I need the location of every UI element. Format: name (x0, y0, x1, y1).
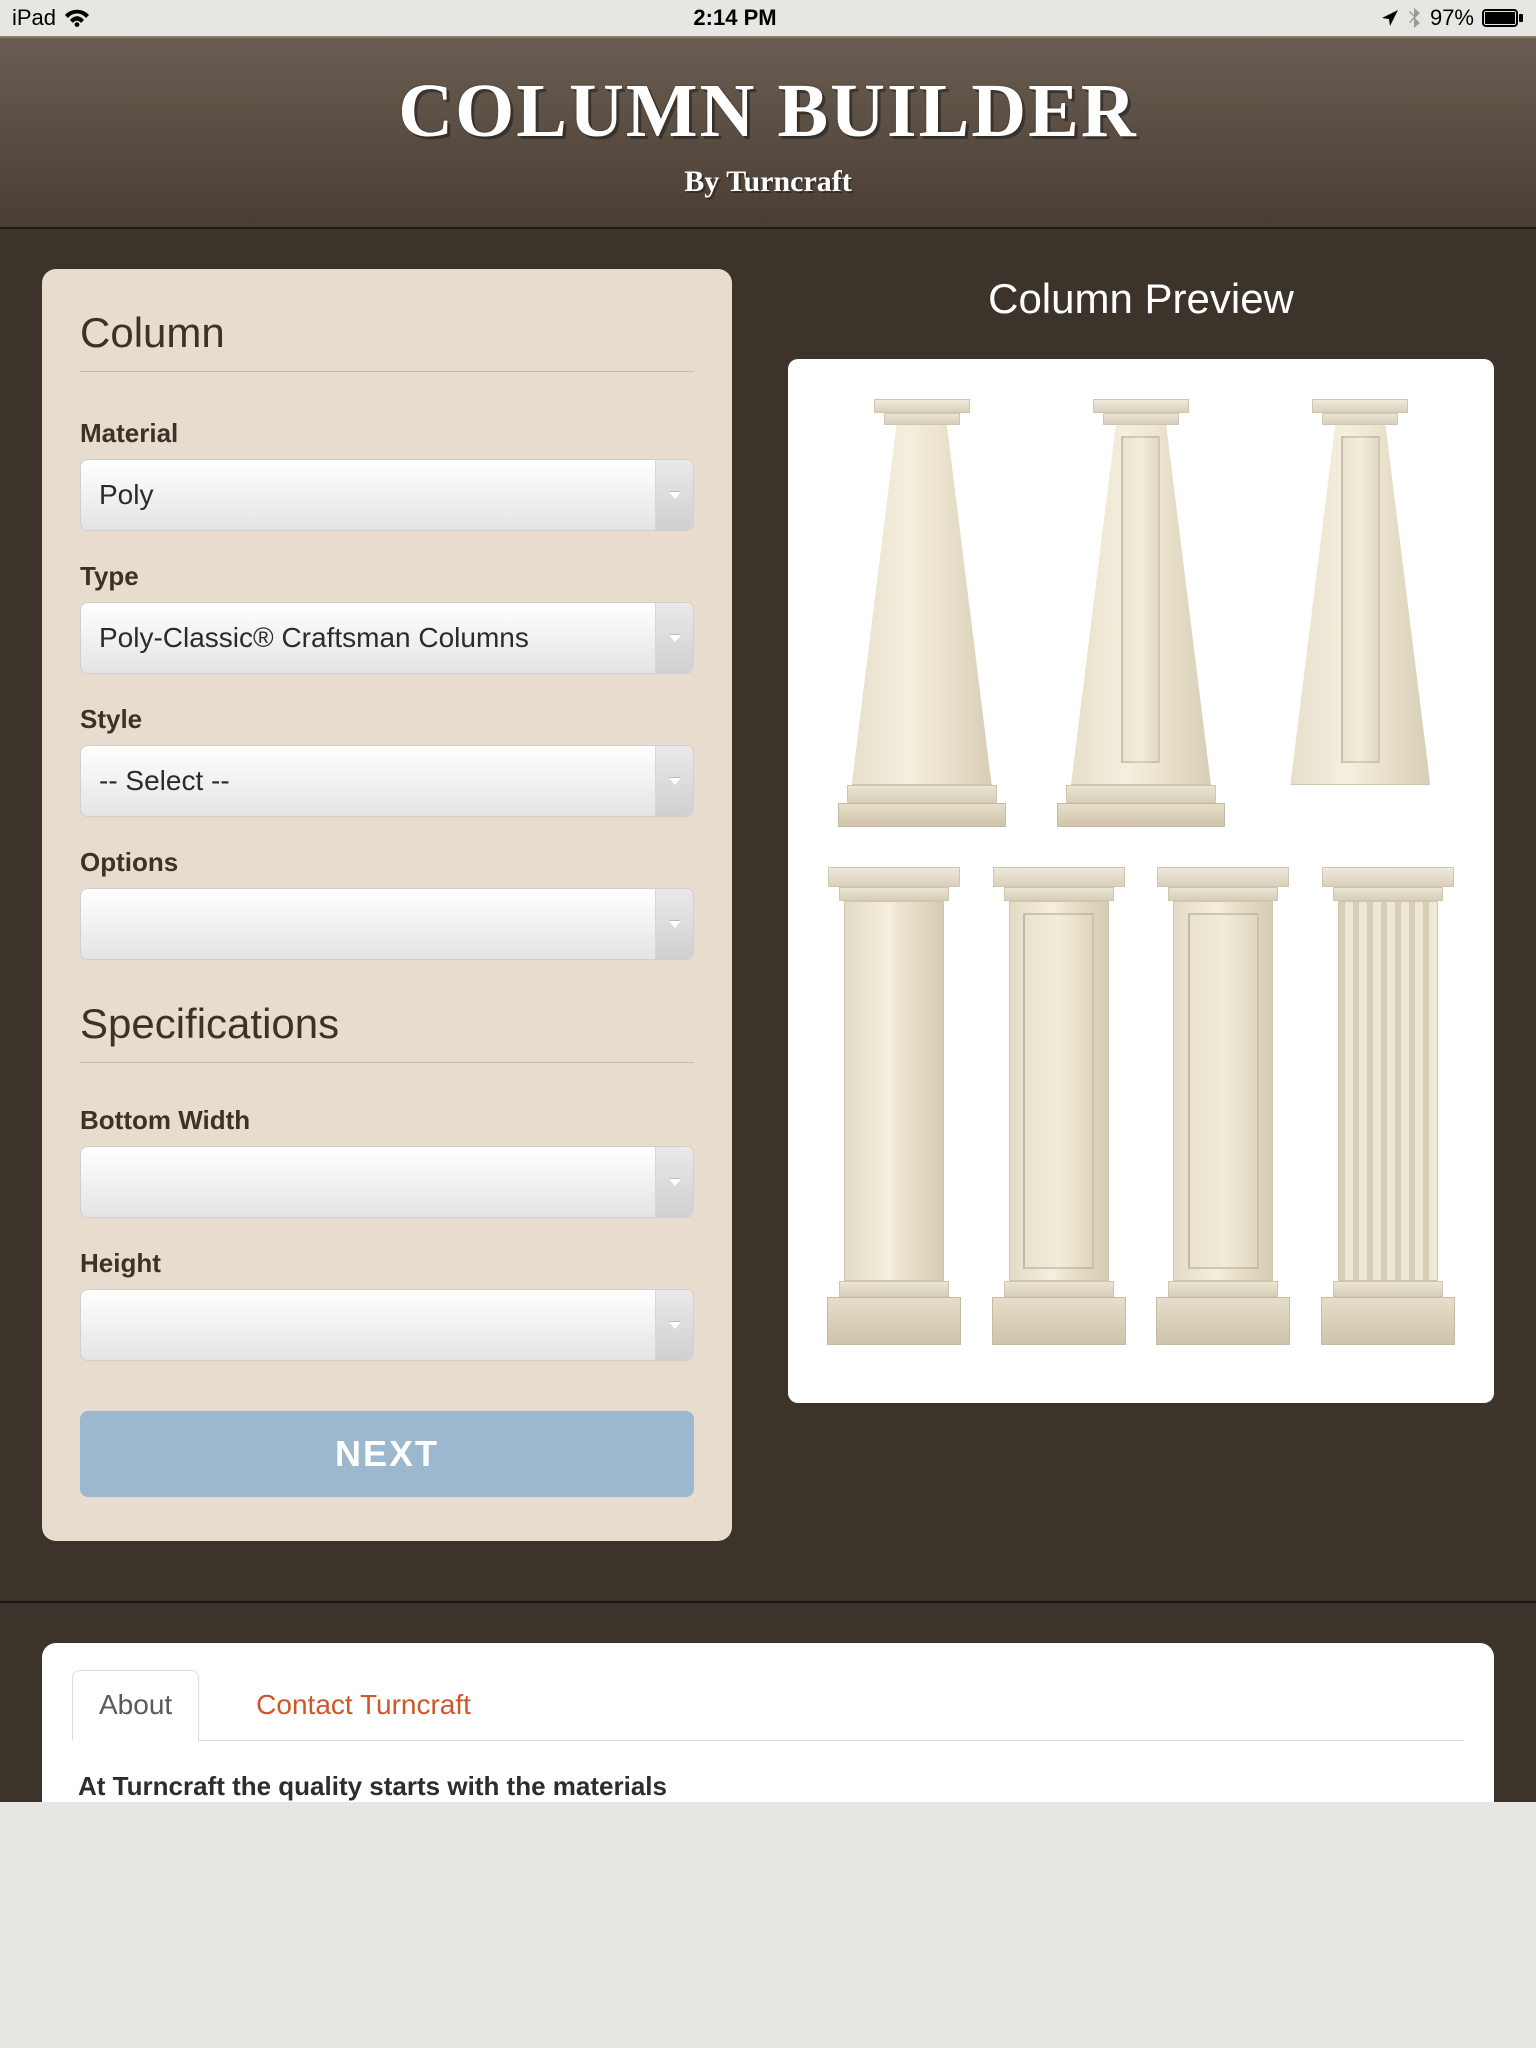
device-label: iPad (12, 5, 56, 31)
field-options: Options (80, 847, 694, 960)
bottom-section: About Contact Turncraft At Turncraft the… (0, 1601, 1536, 1802)
wifi-icon (64, 8, 90, 28)
preview-pane: Column Preview (788, 269, 1494, 1541)
status-time: 2:14 PM (693, 5, 776, 31)
field-height: Height (80, 1248, 694, 1361)
type-label: Type (80, 561, 694, 592)
tab-about[interactable]: About (72, 1670, 199, 1741)
height-label: Height (80, 1248, 694, 1279)
preview-row-straight (812, 867, 1470, 1357)
field-style: Style -- Select -- (80, 704, 694, 817)
bottom-width-label: Bottom Width (80, 1105, 694, 1136)
field-type: Type Poly-Classic® Craftsman Columns (80, 561, 694, 674)
column-straight-fluted (1318, 867, 1458, 1357)
main-content: Column Material Poly Type Poly-Classic® … (0, 227, 1536, 1601)
style-label: Style (80, 704, 694, 735)
style-value: -- Select -- (99, 765, 230, 797)
bluetooth-icon (1408, 7, 1422, 29)
column-straight-recessed (989, 867, 1129, 1357)
chevron-down-icon (655, 889, 693, 959)
preview-image (788, 359, 1494, 1403)
tab-bar: About Contact Turncraft (72, 1669, 1464, 1741)
chevron-down-icon (655, 460, 693, 530)
bottom-width-select[interactable] (80, 1146, 694, 1218)
chevron-down-icon (655, 603, 693, 673)
preview-row-tapered (812, 399, 1470, 839)
form-card: Column Material Poly Type Poly-Classic® … (42, 269, 732, 1541)
type-select[interactable]: Poly-Classic® Craftsman Columns (80, 602, 694, 674)
app-title: COLUMN BUILDER (0, 68, 1536, 155)
status-left: iPad (12, 5, 90, 31)
type-value: Poly-Classic® Craftsman Columns (99, 622, 529, 654)
style-select[interactable]: -- Select -- (80, 745, 694, 817)
app-subtitle: By Turncraft (0, 165, 1536, 199)
section-title-specs: Specifications (80, 1000, 694, 1063)
section-title-column: Column (80, 309, 694, 372)
next-button[interactable]: NEXT (80, 1411, 694, 1497)
chevron-down-icon (655, 1290, 693, 1360)
options-select[interactable] (80, 888, 694, 960)
column-tapered-panel (1061, 399, 1221, 839)
height-select[interactable] (80, 1289, 694, 1361)
about-text: At Turncraft the quality starts with the… (72, 1741, 1464, 1802)
options-label: Options (80, 847, 694, 878)
column-straight-raised (1153, 867, 1293, 1357)
chevron-down-icon (655, 1147, 693, 1217)
column-tapered-nobase (1280, 399, 1440, 839)
battery-icon (1482, 8, 1524, 28)
field-material: Material Poly (80, 418, 694, 531)
column-straight-plain (824, 867, 964, 1357)
location-icon (1380, 8, 1400, 28)
app-header: COLUMN BUILDER By Turncraft (0, 36, 1536, 227)
column-tapered-plain (842, 399, 1002, 839)
tab-contact[interactable]: Contact Turncraft (229, 1670, 498, 1741)
status-right: 97% (1380, 5, 1524, 31)
material-value: Poly (99, 479, 153, 511)
material-select[interactable]: Poly (80, 459, 694, 531)
battery-percent: 97% (1430, 5, 1474, 31)
status-bar: iPad 2:14 PM 97% (0, 0, 1536, 36)
material-label: Material (80, 418, 694, 449)
chevron-down-icon (655, 746, 693, 816)
preview-title: Column Preview (788, 275, 1494, 323)
field-bottom-width: Bottom Width (80, 1105, 694, 1218)
bottom-card: About Contact Turncraft At Turncraft the… (42, 1643, 1494, 1802)
